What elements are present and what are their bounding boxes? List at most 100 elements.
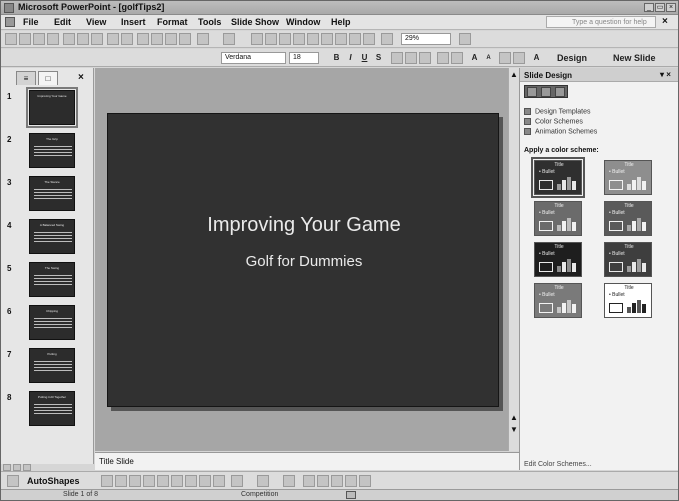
increase-indent-icon[interactable]: [513, 52, 525, 64]
increase-font-size-button[interactable]: A: [469, 52, 480, 64]
spelling-status-icon[interactable]: [346, 491, 356, 499]
rectangle-icon[interactable]: [129, 475, 141, 487]
redo-icon[interactable]: [223, 33, 235, 45]
slide-canvas[interactable]: Improving Your Game Golf for Dummies: [107, 113, 499, 407]
color-grayscale-icon[interactable]: [349, 33, 361, 45]
arrow-icon[interactable]: [115, 475, 127, 487]
fill-color-icon[interactable]: [231, 475, 243, 487]
menu-insert[interactable]: Insert: [121, 17, 146, 27]
menu-edit[interactable]: Edit: [54, 17, 71, 27]
align-center-icon[interactable]: [405, 52, 417, 64]
close-button[interactable]: ×: [666, 3, 676, 12]
arrow-style-icon[interactable]: [331, 475, 343, 487]
color-scheme-option[interactable]: Title • Bullet: [531, 157, 585, 198]
color-scheme-option[interactable]: Title • Bullet: [604, 242, 652, 277]
shadow-button[interactable]: S: [373, 52, 384, 64]
dash-style-icon[interactable]: [317, 475, 329, 487]
new-icon[interactable]: [5, 33, 17, 45]
slide-thumbnail[interactable]: Improving Your Game: [26, 87, 78, 128]
draw-menu-icon[interactable]: [7, 475, 19, 487]
edit-color-schemes-link[interactable]: Edit Color Schemes...: [524, 461, 592, 468]
minimize-button[interactable]: _: [644, 3, 654, 12]
shadow-style-icon[interactable]: [345, 475, 357, 487]
copy-icon[interactable]: [151, 33, 163, 45]
menu-slide-show[interactable]: Slide Show: [231, 17, 279, 27]
slide-show-icon[interactable]: [23, 464, 31, 471]
color-scheme-option[interactable]: Title • Bullet: [604, 160, 652, 195]
underline-button[interactable]: U: [359, 52, 370, 64]
slide-thumbnail-row[interactable]: 3 The Stance: [1, 176, 93, 216]
slide-subtitle[interactable]: Golf for Dummies: [108, 253, 500, 270]
open-icon[interactable]: [19, 33, 31, 45]
slide-thumbnail[interactable]: Putting it All Together: [29, 391, 75, 426]
color-scheme-option[interactable]: Title • Bullet: [604, 201, 652, 236]
show-formatting-icon[interactable]: [321, 33, 333, 45]
slide-thumbnail[interactable]: The Swing: [29, 262, 75, 297]
3d-style-icon[interactable]: [359, 475, 371, 487]
close-panel-icon[interactable]: ×: [78, 72, 84, 83]
slide-thumbnail-row[interactable]: 5 The Swing: [1, 262, 93, 302]
align-right-icon[interactable]: [419, 52, 431, 64]
back-icon[interactable]: [527, 87, 537, 97]
tables-borders-icon[interactable]: [279, 33, 291, 45]
font-size-select[interactable]: 18: [289, 52, 319, 64]
bold-button[interactable]: B: [331, 52, 342, 64]
paste-icon[interactable]: [165, 33, 177, 45]
color-schemes-link[interactable]: Color Schemes: [524, 118, 583, 125]
color-scheme-option[interactable]: Title • Bullet: [604, 283, 652, 318]
task-pane-close-icon[interactable]: ▾ ×: [660, 70, 671, 79]
line-color-icon[interactable]: [257, 475, 269, 487]
insert-hyperlink-icon[interactable]: [293, 33, 305, 45]
grayscale-view-icon[interactable]: [381, 33, 393, 45]
font-select[interactable]: Verdana: [221, 52, 286, 64]
show-grid-icon[interactable]: [335, 33, 347, 45]
font-color-icon[interactable]: [283, 475, 295, 487]
help-icon[interactable]: [459, 33, 471, 45]
bullets-icon[interactable]: [451, 52, 463, 64]
normal-view-icon[interactable]: [3, 464, 11, 471]
diagram-icon[interactable]: [185, 475, 197, 487]
color-scheme-option[interactable]: Title • Bullet: [534, 283, 582, 318]
clip-art-icon[interactable]: [199, 475, 211, 487]
design-templates-link[interactable]: Design Templates: [524, 108, 591, 115]
slide-thumbnail-row[interactable]: 2 The Grip: [1, 133, 93, 173]
align-left-icon[interactable]: [391, 52, 403, 64]
research-icon[interactable]: [121, 33, 133, 45]
cut-icon[interactable]: [137, 33, 149, 45]
decrease-indent-icon[interactable]: [499, 52, 511, 64]
tab-slides[interactable]: □: [38, 71, 58, 85]
close-document-icon[interactable]: ×: [662, 16, 668, 27]
picture-icon[interactable]: [213, 475, 225, 487]
help-search-input[interactable]: Type a question for help: [546, 16, 656, 28]
slide-sorter-icon[interactable]: [13, 464, 21, 471]
spelling-icon[interactable]: [107, 33, 119, 45]
print-preview-icon[interactable]: [91, 33, 103, 45]
new-slide-button[interactable]: New Slide: [613, 53, 656, 63]
print-icon[interactable]: [77, 33, 89, 45]
text-box-icon[interactable]: [157, 475, 169, 487]
slide-thumbnail[interactable]: The Grip: [29, 133, 75, 168]
slide-thumbnail[interactable]: Chipping: [29, 305, 75, 340]
insert-picture-icon[interactable]: [363, 33, 375, 45]
italic-button[interactable]: I: [345, 52, 356, 64]
insert-table-icon[interactable]: [265, 33, 277, 45]
format-painter-icon[interactable]: [179, 33, 191, 45]
restore-button[interactable]: ▭: [655, 3, 665, 12]
oval-icon[interactable]: [143, 475, 155, 487]
slide-thumbnail-row[interactable]: 4 A Balanced Swing: [1, 219, 93, 259]
undo-icon[interactable]: [197, 33, 209, 45]
email-icon[interactable]: [63, 33, 75, 45]
menu-help[interactable]: Help: [331, 17, 351, 27]
next-slide-icon[interactable]: ▼: [510, 425, 518, 434]
menu-window[interactable]: Window: [286, 17, 320, 27]
vertical-scrollbar[interactable]: ▲ ▲ ▼: [508, 68, 519, 451]
scroll-up-icon[interactable]: ▲: [510, 70, 518, 79]
slide-thumbnail-row[interactable]: 8 Putting it All Together: [1, 391, 93, 431]
decrease-font-size-button[interactable]: A: [483, 52, 494, 64]
slide-thumbnail-row[interactable]: 6 Chipping: [1, 305, 93, 345]
document-icon[interactable]: [5, 17, 15, 27]
zoom-select[interactable]: 29%: [401, 33, 451, 45]
line-icon[interactable]: [101, 475, 113, 487]
font-color-button[interactable]: A: [531, 52, 542, 64]
menu-tools[interactable]: Tools: [198, 17, 221, 27]
